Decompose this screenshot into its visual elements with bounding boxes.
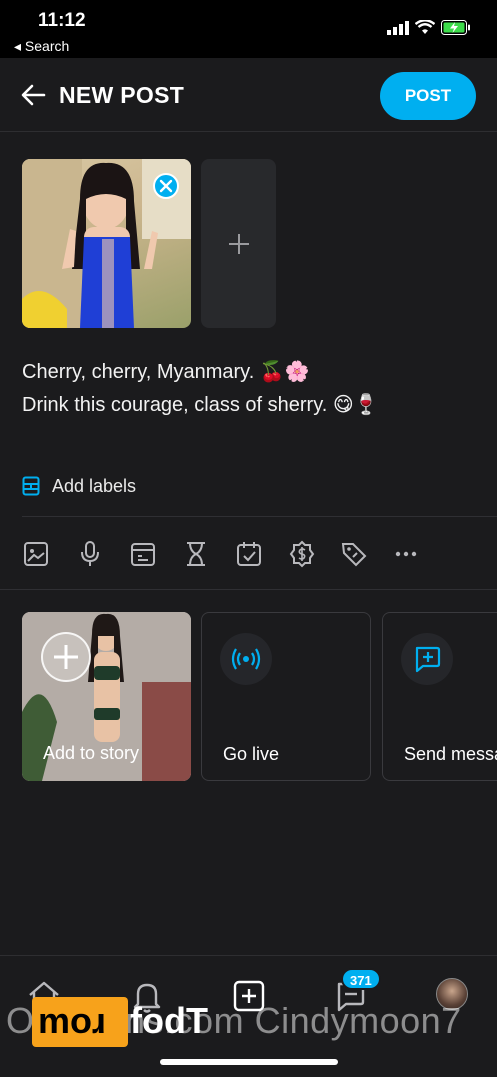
wifi-icon: [415, 20, 435, 34]
go-live-card[interactable]: Go live: [201, 612, 371, 781]
dollar-icon[interactable]: [288, 540, 316, 568]
broadcast-icon: [231, 648, 261, 670]
remove-media-button[interactable]: [153, 173, 179, 199]
back-arrow-icon[interactable]: [20, 82, 46, 108]
price-tag-icon[interactable]: [340, 540, 368, 568]
hourglass-icon[interactable]: [182, 540, 210, 568]
watermark-logo-text: moɹ: [38, 1000, 107, 1041]
divider: [22, 516, 497, 517]
header: NEW POST POST: [0, 58, 497, 132]
plus-icon: [54, 645, 78, 669]
plus-icon: [229, 234, 249, 254]
add-to-story-card[interactable]: Add to story: [22, 612, 191, 781]
post-button[interactable]: POST: [380, 72, 476, 120]
caption-text[interactable]: Cherry, cherry, Myanmary. 🍒🌸 Drink this …: [22, 356, 472, 422]
add-story-plus: [41, 632, 91, 682]
back-to-search-link[interactable]: ◂ Search: [14, 38, 69, 55]
caption-line: Cherry, cherry, Myanmary. 🍒🌸: [22, 361, 310, 383]
send-message-card[interactable]: Send message: [382, 612, 497, 781]
label-icon: [22, 476, 40, 496]
image-icon[interactable]: [22, 540, 50, 568]
send-message-icon-circle: [401, 633, 453, 685]
go-live-icon-circle: [220, 633, 272, 685]
message-plus-icon: [415, 646, 441, 673]
media-thumbnail[interactable]: [22, 159, 191, 328]
add-labels-label: Add labels: [52, 475, 137, 496]
close-icon: [159, 179, 173, 193]
home-indicator: [160, 1059, 338, 1065]
watermark-logo-text-secondary: fodT: [130, 1000, 208, 1041]
status-time: 11:12: [38, 10, 86, 31]
add-media-button[interactable]: [201, 159, 276, 328]
gallery-icon[interactable]: [129, 540, 157, 568]
add-to-story-label: Add to story: [43, 743, 140, 763]
more-icon[interactable]: [392, 540, 420, 568]
divider: [0, 589, 497, 590]
send-message-label: Send message: [404, 744, 497, 764]
go-live-label: Go live: [223, 744, 280, 764]
status-bar: 11:12 ◂ Search: [0, 0, 497, 58]
caption-line: Drink this courage, class of sherry. 😋🍷: [22, 394, 379, 416]
page-title: NEW POST: [59, 82, 185, 108]
battery-charging-icon: [441, 20, 470, 35]
status-icons: [387, 20, 471, 35]
microphone-icon[interactable]: [76, 540, 104, 568]
add-labels-button[interactable]: Add labels: [22, 472, 136, 500]
calendar-check-icon[interactable]: [235, 540, 263, 568]
signal-icon: [387, 20, 409, 35]
messages-count-badge: 371: [341, 968, 381, 990]
